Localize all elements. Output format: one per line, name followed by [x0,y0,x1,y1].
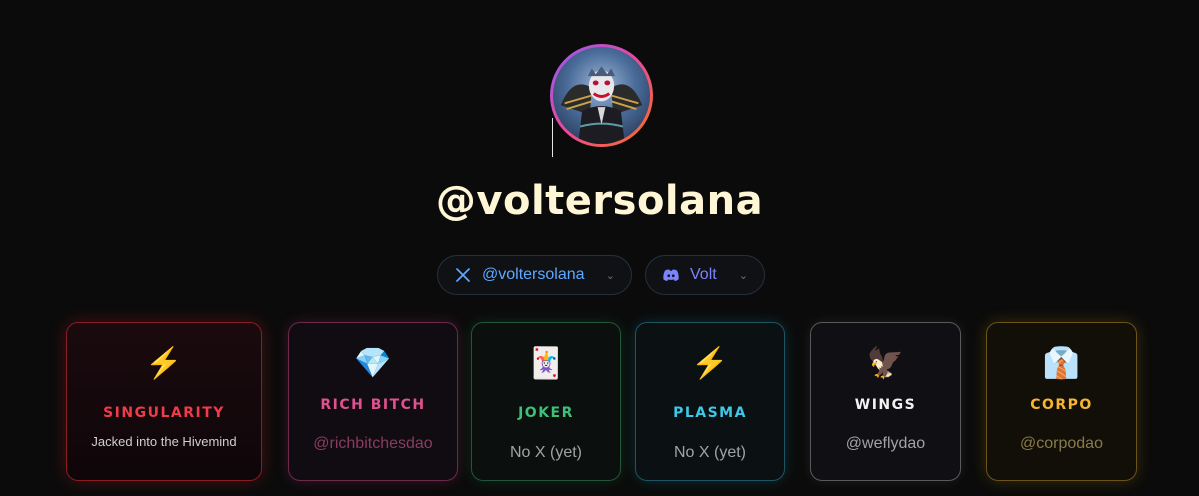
card-wings[interactable]: 🦅 WINGS @weflydao [810,322,961,481]
profile-username: @voltersolana [435,178,764,224]
card-subtitle[interactable]: @corpodao [987,435,1136,453]
discord-handle: Volt [690,266,717,283]
card-plasma[interactable]: ⚡ PLASMA No X (yet) [635,322,785,481]
card-title: JOKER [518,405,574,421]
x-handle: @voltersolana [482,266,585,283]
text-cursor [552,118,553,157]
card-corpo[interactable]: 👔 CORPO @corpodao [986,322,1137,481]
card-rich-bitch[interactable]: 💎 RICH BITCH @richbitchesdao [288,322,458,481]
card-subtitle[interactable]: @richbitchesdao [289,435,457,453]
joker-avatar-icon [553,47,650,144]
card-title: RICH BITCH [320,397,426,413]
card-subtitle: No X (yet) [673,444,746,461]
card-subtitle[interactable]: @weflydao [811,435,960,453]
chevron-down-icon: ⌄ [605,269,615,282]
lightning-icon: ⚡ [145,347,183,380]
x-logo-icon [454,266,472,284]
card-title: PLASMA [673,405,747,421]
discord-logo-icon [662,266,680,284]
x-account-dropdown[interactable]: @voltersolana ⌄ [437,255,632,295]
necktie-icon: 👔 [1042,347,1081,380]
card-singularity[interactable]: ⚡ SINGULARITY Jacked into the Hivemind [66,322,262,481]
card-joker[interactable]: 🃏 JOKER No X (yet) [471,322,621,481]
chevron-down-icon: ⌄ [738,269,748,282]
card-title: CORPO [1030,397,1093,413]
profile-avatar[interactable] [550,44,653,147]
diamond-icon: 💎 [354,347,392,380]
lightning-icon: ⚡ [691,347,729,380]
card-title: SINGULARITY [103,405,225,421]
card-subtitle: Jacked into the Hivemind [91,434,237,449]
eagle-icon: 🦅 [866,347,905,380]
card-title: WINGS [854,397,917,413]
discord-account-dropdown[interactable]: Volt ⌄ [645,255,765,295]
card-subtitle: No X (yet) [509,444,582,461]
joker-card-icon: 🃏 [527,347,565,380]
